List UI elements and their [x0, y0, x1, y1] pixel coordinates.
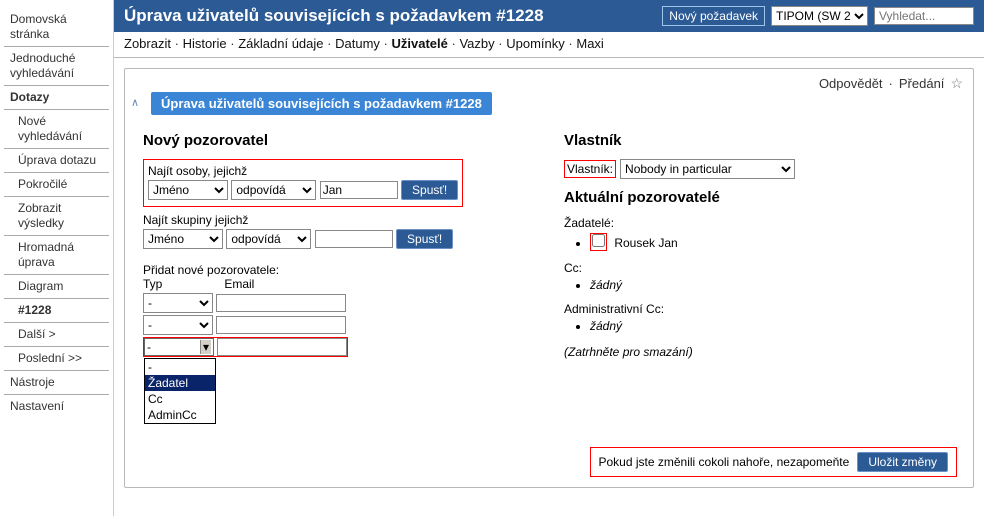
sidebar-item-bulk-edit[interactable]: Hromadná úprava: [4, 236, 109, 275]
email-input-1[interactable]: [216, 294, 346, 312]
groups-op-select[interactable]: odpovídá: [226, 229, 311, 249]
sidebar-item-home[interactable]: Domovská stránka: [4, 8, 109, 47]
sidebar-item-queries[interactable]: Dotazy: [4, 86, 109, 110]
subnav-reminders[interactable]: Upomínky: [506, 36, 565, 51]
admincc-label: Administrativní Cc:: [564, 302, 955, 316]
save-button[interactable]: Uložit změny: [857, 452, 948, 472]
sidebar-item-next[interactable]: Další >: [4, 323, 109, 347]
requestor-name: Rousek Jan: [614, 236, 677, 250]
type-select-3-open[interactable]: -▾ - Žadatel Cc AdminCc: [144, 338, 214, 356]
sidebar-item-ticket-1228[interactable]: #1228: [4, 299, 109, 323]
groups-field-select[interactable]: Jméno: [143, 229, 223, 249]
page-header: Úprava uživatelů souvisejících s požadav…: [114, 0, 984, 32]
panel-tab: Úprava uživatelů souvisejících s požadav…: [151, 92, 492, 115]
heading-new-observer: Nový pozorovatel: [143, 132, 534, 149]
sidebar-item-tools[interactable]: Nástroje: [4, 371, 109, 395]
requestor-delete-box: [590, 233, 607, 251]
subnav-basics[interactable]: Základní údaje: [238, 36, 323, 51]
dd-opt-admincc[interactable]: AdminCc: [145, 407, 215, 423]
queue-select[interactable]: TIPOM (SW 2: [771, 6, 868, 26]
sidebar-item-settings[interactable]: Nastavení: [4, 395, 109, 418]
find-groups-label: Najít skupiny jejichž: [143, 213, 248, 227]
sidebar: Domovská stránka Jednoduché vyhledávání …: [0, 0, 114, 516]
requestor-delete-checkbox[interactable]: [592, 234, 605, 247]
subnav: Zobrazit · Historie · Základní údaje · D…: [114, 32, 984, 58]
type-row-3-box: -▾ - Žadatel Cc AdminCc: [143, 337, 348, 357]
subnav-users[interactable]: Uživatelé: [392, 36, 448, 51]
sidebar-item-advanced[interactable]: Pokročilé: [4, 173, 109, 197]
cc-none: žádný: [590, 278, 955, 292]
sidebar-item-edit-query[interactable]: Úprava dotazu: [4, 149, 109, 173]
collapse-icon[interactable]: ∧: [131, 96, 139, 109]
subnav-history[interactable]: Historie: [183, 36, 227, 51]
sidebar-item-show-results[interactable]: Zobrazit výsledky: [4, 197, 109, 236]
sidebar-item-new-search[interactable]: Nové vyhledávání: [4, 110, 109, 149]
delete-hint: (Zatrhněte pro smazání): [564, 345, 955, 359]
subnav-show[interactable]: Zobrazit: [124, 36, 171, 51]
left-column: Nový pozorovatel Najít osoby, jejichž Jm…: [143, 124, 534, 359]
dd-opt-requestor[interactable]: Žadatel: [145, 375, 215, 391]
groups-value-input[interactable]: [315, 230, 393, 248]
requestor-item: Rousek Jan: [590, 233, 955, 251]
owner-label: Vlastník:: [564, 160, 616, 178]
dd-opt-blank[interactable]: -: [145, 359, 215, 375]
requestors-label: Žadatelé:: [564, 216, 955, 230]
type-select-2[interactable]: -: [143, 315, 213, 335]
chevron-down-icon: ▾: [200, 340, 211, 354]
subnav-dates[interactable]: Datumy: [335, 36, 380, 51]
save-bar: Pokud jste změnili cokoli nahoře, nezapo…: [590, 447, 958, 477]
new-request-button[interactable]: Nový požadavek: [662, 6, 765, 26]
subnav-maxi[interactable]: Maxi: [576, 36, 603, 51]
people-value-input[interactable]: [320, 181, 398, 199]
cc-label: Cc:: [564, 261, 955, 275]
owner-select[interactable]: Nobody in particular: [620, 159, 795, 179]
heading-owner: Vlastník: [564, 132, 955, 149]
find-people-box: Najít osoby, jejichž Jméno odpovídá Spus…: [143, 159, 463, 207]
add-observers-label: Přidat nové pozorovatele:: [143, 263, 534, 277]
find-people-label: Najít osoby, jejichž: [148, 164, 247, 178]
people-field-select[interactable]: Jméno: [148, 180, 228, 200]
col-type-label: Typ: [143, 277, 221, 291]
col-email-label: Email: [224, 277, 254, 291]
admincc-none: žádný: [590, 319, 955, 333]
email-input-2[interactable]: [216, 316, 346, 334]
star-icon[interactable]: ☆: [950, 75, 963, 92]
dd-opt-cc[interactable]: Cc: [145, 391, 215, 407]
right-column: Vlastník Vlastník: Nobody in particular …: [564, 124, 955, 359]
people-op-select[interactable]: odpovídá: [231, 180, 316, 200]
subnav-links[interactable]: Vazby: [459, 36, 494, 51]
sidebar-item-last[interactable]: Poslední >>: [4, 347, 109, 371]
save-hint: Pokud jste změnili cokoli nahoře, nezapo…: [599, 455, 850, 469]
main-panel: Odpovědět · Předání ☆ ∧ Úprava uživatelů…: [124, 68, 974, 488]
action-reply[interactable]: Odpovědět: [819, 76, 883, 91]
type-select-3-list: - Žadatel Cc AdminCc: [144, 358, 216, 424]
email-input-3[interactable]: [217, 338, 347, 356]
search-input[interactable]: [874, 7, 974, 25]
run-groups-button[interactable]: Spusť!: [396, 229, 453, 249]
action-forward[interactable]: Předání: [899, 76, 945, 91]
heading-current-watchers: Aktuální pozorovatelé: [564, 189, 955, 206]
type-select-1[interactable]: -: [143, 293, 213, 313]
run-people-button[interactable]: Spusť!: [401, 180, 458, 200]
sidebar-item-diagram[interactable]: Diagram: [4, 275, 109, 299]
sidebar-item-simple-search[interactable]: Jednoduché vyhledávání: [4, 47, 109, 86]
page-title: Úprava uživatelů souvisejících s požadav…: [124, 6, 662, 26]
